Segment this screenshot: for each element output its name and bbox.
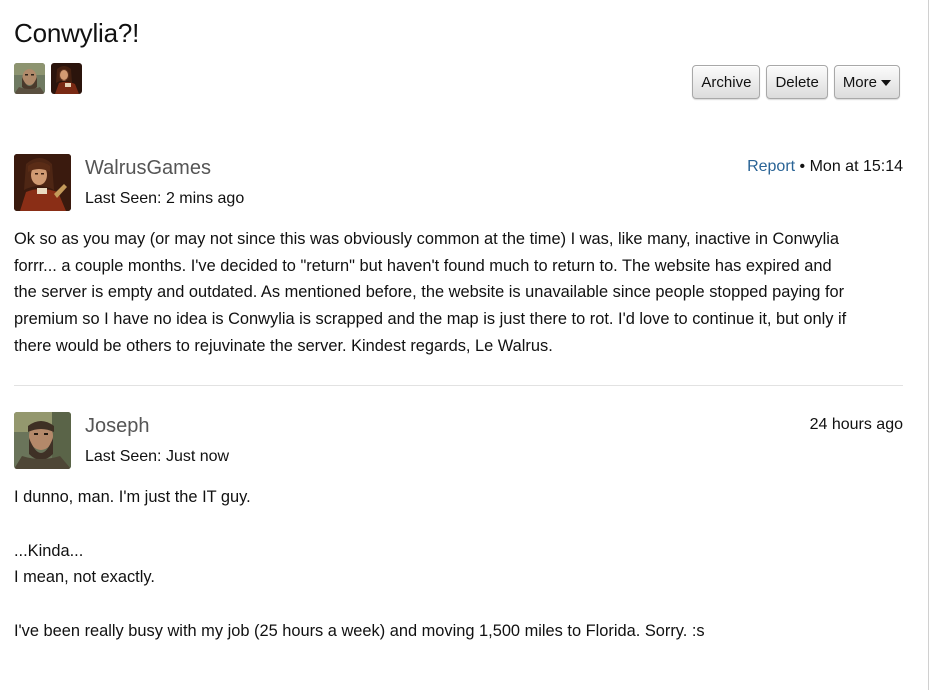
page-edge-divider [928,0,929,690]
message-body: I dunno, man. I'm just the IT guy. ...Ki… [14,484,903,645]
post-meta: Report • Mon at 15:14 [747,158,903,176]
post-timestamp: Mon at 15:14 [809,158,903,175]
bearded-man-avatar-icon [14,412,71,469]
last-seen-status: Last Seen: Just now [85,448,230,465]
report-link[interactable]: Report [747,158,795,175]
message-line: there would be others to rejuvinate the … [14,336,553,355]
message-line: I've been really busy with my job (25 ho… [14,622,705,641]
delete-button[interactable]: Delete [766,65,828,99]
message-line: the server is empty and outdated. As men… [14,283,845,302]
thread-actions: Archive Delete More [692,65,900,99]
message-line: I mean, not exactly. [14,568,155,587]
conversation-page: Conwylia?! Archive Delete More WalrusGam… [0,0,928,690]
portrait-painting-avatar-icon [14,154,71,211]
page-title: Conwylia?! [14,18,140,48]
more-button[interactable]: More [833,65,900,99]
message-body: Ok so as you may (or may not since this … [14,226,903,360]
archive-button-label: Archive [701,73,752,91]
bearded-man-avatar-icon [14,63,45,94]
participant-list [14,63,82,94]
message-line: I dunno, man. I'm just the IT guy. [14,488,251,506]
message-line: forrr... a couple months. I've decided t… [14,256,832,275]
participant-avatar-walrusgames[interactable] [51,63,82,94]
author-avatar[interactable] [14,412,71,469]
message-line: premium so I have no idea is Conwylia is… [14,310,847,329]
message-line: ...Kinda... [14,541,84,560]
portrait-painting-avatar-icon [51,63,82,94]
caret-down-icon [881,79,891,86]
archive-button[interactable]: Archive [692,65,761,99]
author-avatar[interactable] [14,154,71,211]
post-divider [14,385,903,386]
author-name[interactable]: WalrusGames [85,157,211,180]
participant-avatar-joseph[interactable] [14,63,45,94]
post-timestamp: 24 hours ago [809,416,903,433]
delete-button-label: Delete [775,73,819,91]
author-name[interactable]: Joseph [85,415,150,438]
more-button-label: More [842,73,877,91]
meta-separator: • [795,158,810,175]
last-seen-status: Last Seen: 2 mins ago [85,190,245,207]
message-line: Ok so as you may (or may not since this … [14,230,839,248]
